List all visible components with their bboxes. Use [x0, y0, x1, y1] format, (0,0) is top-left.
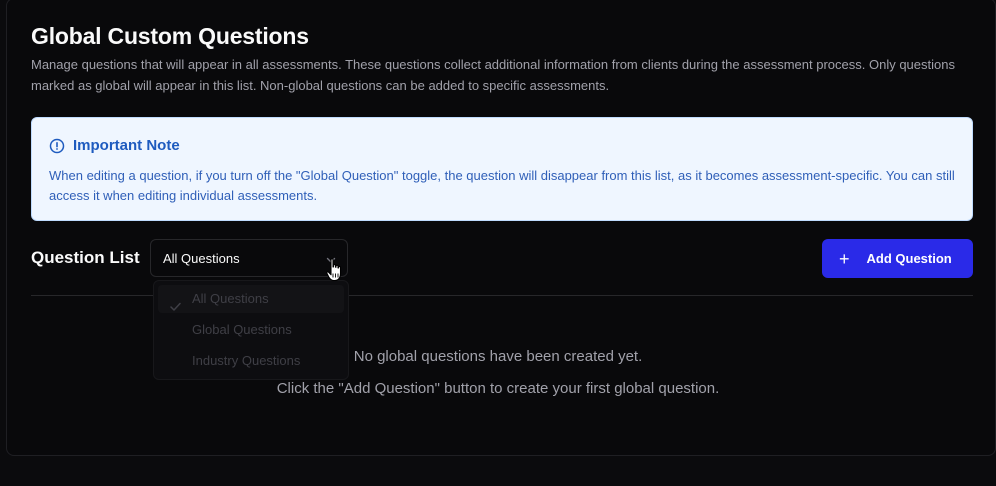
question-filter-select[interactable]: All Questions — [150, 239, 348, 277]
hand-pointer-cursor-icon — [326, 258, 344, 287]
add-question-button[interactable]: + Add Question — [822, 239, 973, 278]
filter-option-label: Global Questions — [192, 322, 292, 337]
note-header: Important Note — [49, 137, 180, 154]
note-body: When editing a question, if you turn off… — [49, 168, 955, 203]
page-description: Manage questions that will appear in all… — [31, 57, 955, 93]
page-title: Global Custom Questions — [31, 23, 309, 49]
empty-state-hint: Click the "Add Question" button to creat… — [276, 380, 720, 397]
filter-option-industry[interactable]: Industry Questions — [158, 347, 344, 375]
filter-option-all[interactable]: All Questions — [158, 285, 344, 313]
empty-state-message: No global questions have been created ye… — [353, 348, 643, 365]
filter-option-global[interactable]: Global Questions — [158, 316, 344, 344]
question-list-title: Question List — [31, 248, 140, 267]
filter-option-label: All Questions — [192, 291, 269, 306]
plus-icon: + — [839, 248, 850, 269]
add-question-label: Add Question — [866, 251, 952, 266]
info-circle-icon — [49, 138, 65, 154]
note-title: Important Note — [73, 137, 180, 154]
filter-dropdown-menu: All Questions Global Questions Industry … — [153, 280, 349, 380]
filter-selected-value: All Questions — [163, 251, 240, 266]
important-note: Important Note When editing a question, … — [31, 117, 973, 221]
filter-option-label: Industry Questions — [192, 353, 301, 368]
